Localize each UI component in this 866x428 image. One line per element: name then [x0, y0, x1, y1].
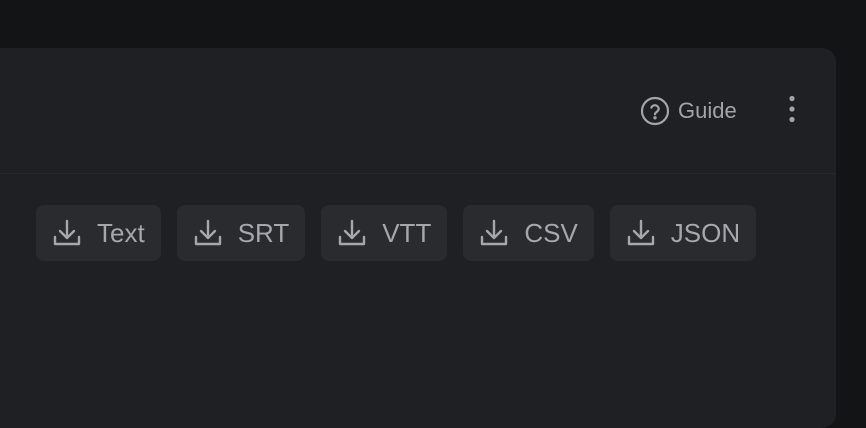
download-icon [51, 217, 83, 249]
export-button-group: Text SRT VTT CSV JSON [36, 205, 757, 261]
more-vertical-icon [788, 95, 796, 128]
export-csv-button[interactable]: CSV [463, 205, 594, 261]
download-icon [625, 217, 657, 249]
more-options-button[interactable] [778, 95, 806, 128]
export-json-button[interactable]: JSON [609, 205, 757, 261]
export-srt-label: SRT [237, 217, 290, 248]
transcript-panel: Guide Text SRT VTT CSV JSON [0, 48, 836, 428]
help-circle-icon [640, 96, 670, 126]
export-text-label: Text [97, 217, 145, 248]
download-icon [192, 217, 224, 249]
download-icon [336, 217, 368, 249]
download-icon [478, 217, 510, 249]
export-text-button[interactable]: Text [36, 205, 161, 261]
guide-button[interactable]: Guide [640, 95, 737, 127]
panel-header: Guide [0, 48, 836, 174]
export-vtt-label: VTT [382, 217, 432, 248]
export-json-label: JSON [670, 217, 741, 248]
guide-label: Guide [678, 98, 737, 123]
export-vtt-button[interactable]: VTT [321, 205, 448, 261]
export-srt-button[interactable]: SRT [176, 205, 306, 261]
export-csv-label: CSV [524, 217, 578, 248]
